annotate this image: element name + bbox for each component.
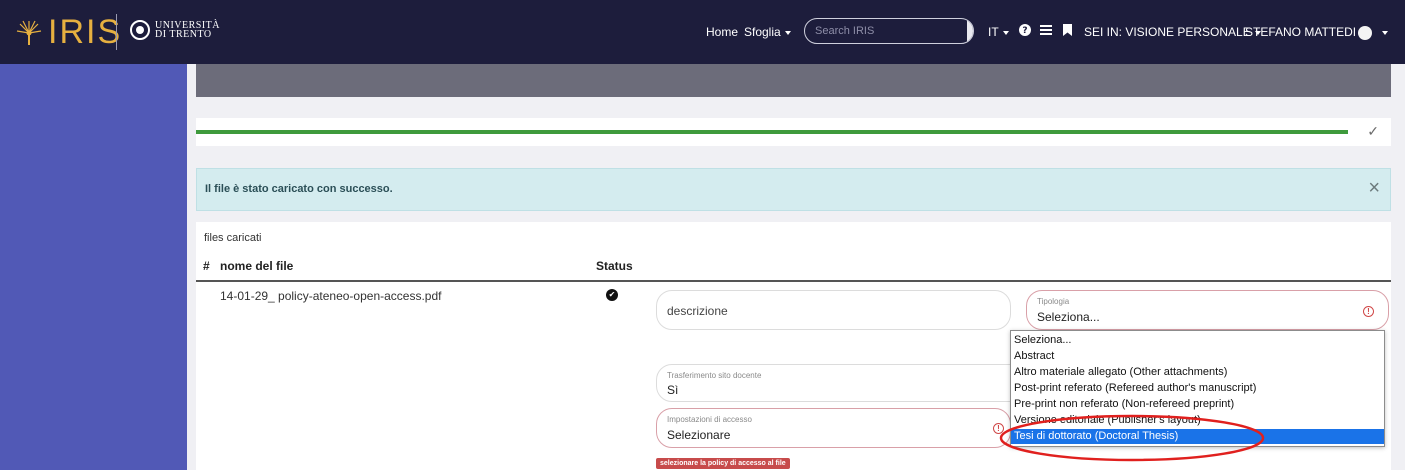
access-error-message: selezionare la policy di accesso al file [656,458,790,469]
dropdown-option[interactable]: Post-print referato (Refereed author's m… [1011,381,1384,396]
tipologia-select[interactable]: Tipologia Seleziona... ! [1026,290,1389,330]
context-menu[interactable]: SEI IN: VISIONE PERSONALE [1084,24,1261,40]
dropdown-option[interactable]: Seleziona... [1011,333,1384,348]
tipologia-label: Tipologia [1037,297,1070,306]
annotation-ellipse [999,414,1265,462]
language-label: IT [988,25,999,39]
chevron-down-icon[interactable] [1382,31,1388,35]
upload-progress: ✓ [196,118,1391,146]
avatar[interactable] [1358,26,1372,40]
logo-text: IRIS [48,13,123,51]
file-name: 14-01-29_ policy-ateneo-open-access.pdf [220,289,442,303]
table-header-divider [196,280,1391,282]
progress-track [196,130,1348,134]
iris-logo[interactable]: IRIS [14,12,122,52]
nav-home-link[interactable]: Home [706,24,738,40]
top-navbar: IRIS UNIVERSITÀ DI TRENTO Home Sfoglia I… [0,0,1405,64]
nav-browse-menu[interactable]: Sfoglia [744,24,791,40]
left-sidebar [0,64,187,470]
panel-title: files caricati [204,232,262,244]
dropdown-option[interactable]: Pre-print non referato (Non-refereed pre… [1011,397,1384,412]
user-name: STEFANO MATTEDI [1245,25,1357,39]
university-line-2: DI TRENTO [155,29,212,40]
transfer-field[interactable]: Trasferimento sito docente Sì [656,364,1036,402]
progress-fill [196,130,1348,134]
university-seal-icon [130,20,150,40]
brand-separator [116,14,117,50]
search-icon [973,25,974,37]
transfer-label: Trasferimento sito docente [667,371,762,380]
iris-flower-icon [16,20,42,45]
transfer-value: Sì [667,383,679,397]
chevron-down-icon [1002,30,1009,35]
column-header-status: Status [596,259,633,273]
column-header-index: # [203,259,210,273]
search-box [804,18,974,44]
list-icon[interactable] [1040,24,1052,40]
chevron-down-icon [784,30,791,35]
header-band [196,64,1391,97]
column-header-name: nome del file [220,259,294,273]
access-label: Impostazioni di accesso [667,415,752,424]
alert-message: Il file è stato caricato con successo. [205,183,393,195]
context-label: SEI IN: VISIONE PERSONALE [1084,25,1251,39]
tipologia-value: Seleziona... [1037,310,1100,324]
university-name: UNIVERSITÀ DI TRENTO [155,21,220,40]
access-value: Selezionare [667,428,731,442]
bookmark-icon[interactable] [1063,24,1072,40]
access-settings-select[interactable]: Impostazioni di accesso Selezionare ! [656,408,1011,448]
help-icon[interactable]: ? [1019,24,1031,40]
success-alert: Il file è stato caricato con successo. × [196,168,1391,211]
language-menu[interactable]: IT [988,24,1009,40]
university-logo[interactable]: UNIVERSITÀ DI TRENTO [130,20,220,40]
dropdown-option[interactable]: Abstract [1011,349,1384,364]
check-icon: ✓ [1367,123,1379,139]
warning-icon: ! [1363,306,1374,317]
svg-text:?: ? [1022,26,1027,36]
description-placeholder: descrizione [667,304,728,318]
search-input[interactable] [805,19,967,43]
search-button[interactable] [967,19,974,43]
dropdown-option[interactable]: Altro materiale allegato (Other attachme… [1011,365,1384,380]
status-ok-icon: ✔ [606,289,618,301]
user-menu[interactable]: STEFANO MATTEDI [1245,24,1356,40]
description-field[interactable]: descrizione [656,290,1011,330]
nav-browse-label: Sfoglia [744,25,781,39]
close-icon[interactable]: × [1368,178,1380,198]
